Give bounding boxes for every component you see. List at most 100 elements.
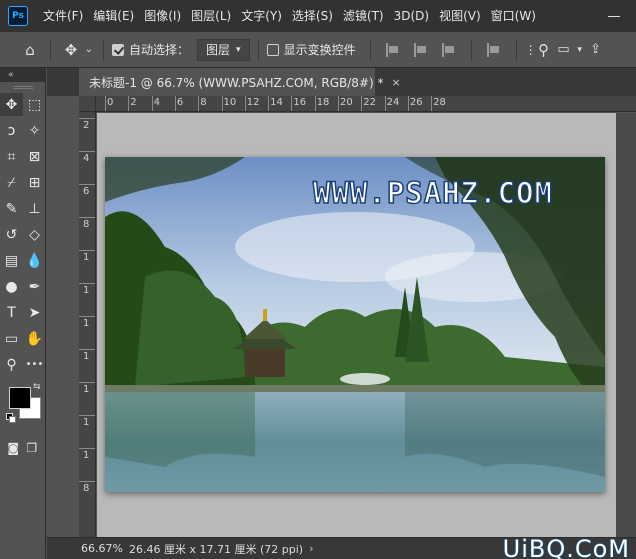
hand-tool-icon[interactable]: ✋ <box>23 327 46 350</box>
more-options-icon[interactable]: ⋮ <box>525 32 537 68</box>
menu-item[interactable]: 3D(D) <box>389 0 434 32</box>
foreground-color-swatch[interactable] <box>9 387 31 409</box>
marquee-tool-icon[interactable]: ⬚ <box>23 93 46 116</box>
swap-colors-icon[interactable]: ⇆ <box>33 382 41 392</box>
vertical-scrollbar[interactable] <box>616 113 636 537</box>
menu-item[interactable]: 文件(F) <box>38 0 88 32</box>
auto-select-checkbox[interactable] <box>112 43 124 56</box>
healing-tool-icon[interactable]: ⊞ <box>23 171 46 194</box>
horizontal-ruler[interactable]: 0 2 4 6 8 10 12 14 16 18 20 22 24 26 28 <box>79 96 636 112</box>
menu-item[interactable]: 视图(V) <box>434 0 486 32</box>
align-horizontal-centers-icon[interactable] <box>413 42 428 57</box>
ruler-origin[interactable] <box>79 96 96 112</box>
ruler-tick <box>105 96 106 111</box>
workspace-icon[interactable]: ▭ <box>553 32 575 68</box>
align-left-edges-icon[interactable] <box>385 42 400 57</box>
window-minimize-button[interactable] <box>606 6 622 26</box>
show-transform-label: 显示变换控件 <box>283 43 356 57</box>
document-tab-bar: 未标题-1 @ 66.7% (WWW.PSAHZ.COM, RGB/8#) * … <box>47 68 636 96</box>
ruler-label: 1 <box>83 285 90 296</box>
vertical-ruler[interactable]: 2 4 6 8 1 1 1 1 1 1 1 8 <box>79 112 96 538</box>
ruler-tick <box>221 96 223 111</box>
menu-item[interactable]: 图层(L) <box>186 0 236 32</box>
shape-tool-icon[interactable]: ▭ <box>0 327 23 350</box>
ruler-tick <box>79 481 95 482</box>
ruler-label: 16 <box>293 97 307 108</box>
close-icon[interactable]: × <box>392 76 401 89</box>
eraser-tool-icon[interactable]: ◇ <box>23 223 46 246</box>
ruler-label: 12 <box>246 97 260 108</box>
ruler-label: 6 <box>83 186 90 197</box>
document-tab-title: 未标题-1 @ 66.7% (WWW.PSAHZ.COM, RGB/8#) * <box>89 75 384 90</box>
default-colors-icon[interactable] <box>6 413 16 423</box>
path-select-tool-icon[interactable]: ➤ <box>23 301 46 324</box>
photoshop-logo-icon[interactable]: Ps <box>8 6 28 26</box>
brush-tool-icon[interactable]: ✎ <box>0 197 23 220</box>
screen-mode-icon[interactable]: ❐ <box>23 436 42 459</box>
toolbar-collapse-button[interactable]: « <box>0 68 46 82</box>
frame-tool-icon[interactable]: ⊠ <box>23 145 46 168</box>
blur-tool-icon[interactable]: 💧 <box>23 249 46 272</box>
lasso-tool-icon[interactable]: ↄ <box>0 119 23 142</box>
menu-item[interactable]: 选择(S) <box>287 0 338 32</box>
ruler-tick <box>338 96 339 111</box>
ruler-label: 10 <box>223 97 237 108</box>
toolbar-grip[interactable] <box>12 86 33 89</box>
ruler-label: 1 <box>83 450 90 461</box>
menu-item[interactable]: 文字(Y) <box>236 0 287 32</box>
move-tool-preset-icon[interactable]: ✥ <box>59 32 83 68</box>
ruler-tick <box>79 382 95 383</box>
distribute-icon[interactable] <box>486 42 501 57</box>
gradient-tool-icon[interactable]: ▤ <box>0 249 23 272</box>
share-icon[interactable]: ⇪ <box>585 32 607 68</box>
ruler-label: 1 <box>83 351 90 362</box>
more-tools-icon[interactable]: ••• <box>23 353 46 376</box>
menu-item[interactable]: 滤镜(T) <box>338 0 389 32</box>
separator <box>257 38 259 61</box>
quick-mask-icon[interactable]: ◙ <box>4 436 23 459</box>
menu-item[interactable]: 图像(I) <box>139 0 186 32</box>
ruler-label: 14 <box>270 97 283 108</box>
type-tool-icon[interactable]: T <box>0 301 23 324</box>
magic-wand-tool-icon[interactable]: ✧ <box>23 119 46 142</box>
canvas-area[interactable]: WWW.PSAHZ.COM <box>97 113 616 537</box>
ruler-label: 1 <box>83 252 90 263</box>
status-menu-arrow-icon[interactable]: › <box>309 542 313 555</box>
show-transform-checkbox[interactable] <box>266 43 279 56</box>
align-right-edges-icon[interactable] <box>441 42 456 57</box>
ruler-tick <box>198 96 200 111</box>
document-tab[interactable]: 未标题-1 @ 66.7% (WWW.PSAHZ.COM, RGB/8#) * … <box>79 68 401 96</box>
move-tool-icon[interactable]: ✥ <box>0 93 23 116</box>
eyedropper-tool-icon[interactable]: ⌿ <box>0 171 23 194</box>
ruler-label: 8 <box>83 483 90 494</box>
chevron-down-icon[interactable]: ▾ <box>575 32 585 68</box>
ruler-label: 6 <box>176 97 184 108</box>
ruler-tick <box>79 316 95 317</box>
menu-item[interactable]: 编辑(E) <box>88 0 139 32</box>
home-icon[interactable]: ⌂ <box>18 32 42 68</box>
separator <box>470 38 472 61</box>
ruler-tick <box>291 96 293 111</box>
separator <box>50 38 51 61</box>
pen-tool-icon[interactable]: ✒ <box>23 275 46 298</box>
crop-tool-icon[interactable]: ⌗ <box>0 145 23 168</box>
zoom-level-field[interactable]: 66.67% <box>47 542 127 555</box>
color-swatches: ⇆ <box>0 382 46 432</box>
chevron-down-icon[interactable]: ⌄ <box>83 32 95 68</box>
ruler-label: 8 <box>83 219 90 230</box>
search-icon[interactable]: ⚲ <box>535 32 553 68</box>
ruler-label: 4 <box>83 153 90 164</box>
ruler-tick <box>151 96 153 111</box>
options-bar: ⌂ ✥ ⌄ 自动选择： 图层 ▾ 显示变换控件 ⋮ ⚲ ▭ ▾ ⇪ <box>0 32 636 68</box>
ruler-tick <box>79 415 95 416</box>
document-image[interactable]: WWW.PSAHZ.COM <box>105 157 605 492</box>
stamp-tool-icon[interactable]: ⊥ <box>23 197 46 220</box>
history-brush-tool-icon[interactable]: ↺ <box>0 223 23 246</box>
menu-item[interactable]: 窗口(W) <box>486 0 541 32</box>
ruler-tick <box>314 96 316 111</box>
ruler-tick <box>79 283 95 284</box>
dodge-tool-icon[interactable]: ● <box>0 275 23 298</box>
zoom-tool-icon[interactable]: ⚲ <box>0 353 23 376</box>
ruler-tick <box>174 96 176 111</box>
auto-select-target-select[interactable]: 图层 ▾ <box>197 38 250 61</box>
